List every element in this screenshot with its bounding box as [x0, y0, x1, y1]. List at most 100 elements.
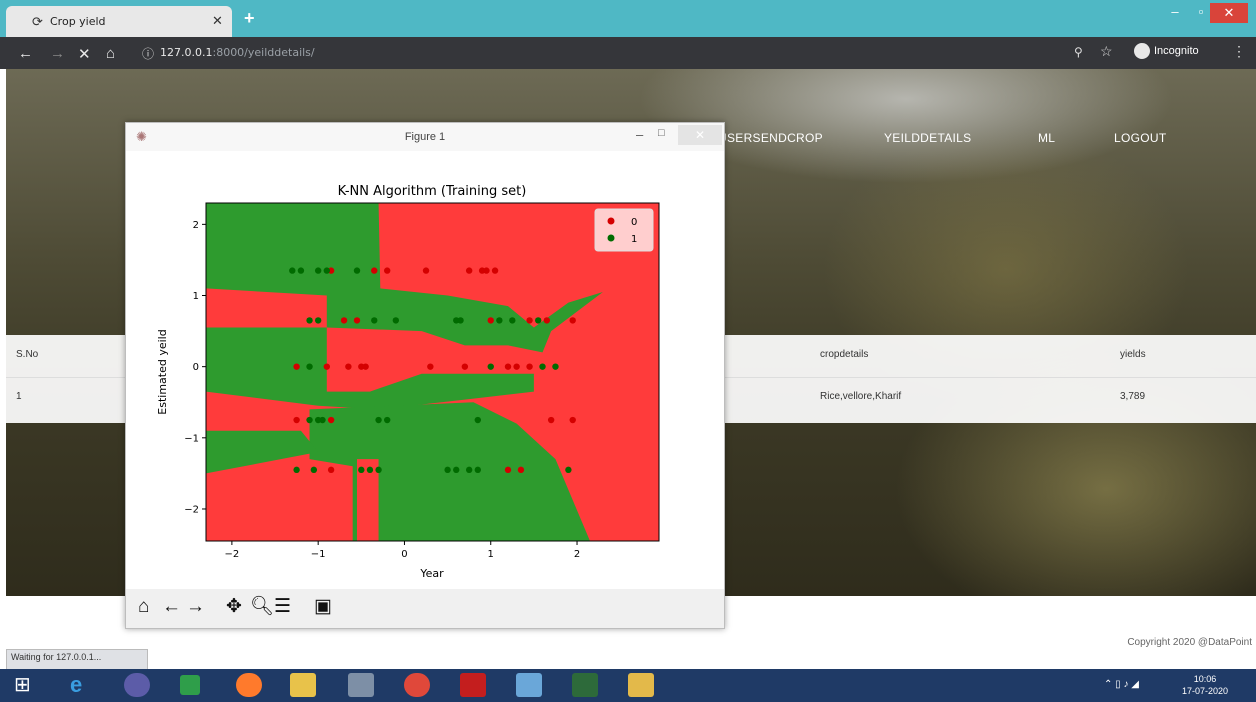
tray-icons[interactable]: ⌃ ▯ ♪ ◢	[1104, 679, 1139, 690]
data-point-class-1	[453, 466, 460, 474]
data-point-class-1	[306, 317, 313, 324]
acrobat-icon[interactable]	[460, 673, 486, 697]
header-sno: S.No	[16, 349, 39, 360]
data-point-class-0	[384, 267, 391, 274]
store-icon[interactable]	[180, 675, 200, 695]
y-tick-label: −2	[184, 504, 199, 515]
home-button[interactable]: ⌂	[106, 45, 115, 62]
address-bar[interactable]: ⓘ 127.0.0.1:8000/yeilddetails/	[136, 42, 1076, 64]
figure-minimize-button[interactable]: –	[636, 127, 643, 142]
info-icon[interactable]: ⓘ	[142, 45, 154, 62]
browser-tab[interactable]: ⟳ Crop yield ✕	[6, 6, 232, 37]
data-point-class-0	[517, 466, 525, 474]
y-tick-label: 0	[193, 362, 199, 373]
bookmark-star-icon[interactable]: ☆	[1100, 43, 1113, 60]
figure-window: ✺ Figure 1 – □ ✕ −2 −1 0 1 2 −2 −1 0 1 2 K-NN Alg…	[125, 122, 725, 629]
url-host: 127.0.0.1	[160, 46, 213, 59]
legend: 01	[594, 208, 654, 252]
y-tick-label: −1	[184, 433, 199, 444]
browser-tabstrip: ⟳ Crop yield ✕ + – ▫ ✕	[0, 0, 1256, 37]
chrome-icon[interactable]	[404, 673, 430, 697]
clock-date: 17-07-2020	[1182, 686, 1229, 696]
data-point-class-0	[293, 416, 300, 424]
close-window-button[interactable]: ✕	[1210, 3, 1248, 23]
data-point-class-0	[504, 363, 512, 370]
figure-title: Figure 1	[404, 131, 446, 143]
tab-title: Crop yield	[50, 15, 106, 28]
figure-maximize-button[interactable]: □	[658, 127, 665, 139]
browser-menu-icon[interactable]: ⋮	[1232, 43, 1246, 60]
app-icon[interactable]	[124, 673, 150, 697]
url-path: :8000/yeilddetails/	[212, 46, 315, 59]
nav-yeild-details[interactable]: YEILDDETAILS	[884, 131, 971, 145]
data-point-class-1	[565, 466, 572, 474]
zoom-icon[interactable]: ⚲	[1074, 45, 1083, 59]
app-icon-2[interactable]	[516, 673, 542, 697]
data-point-class-1	[314, 317, 322, 324]
back-button[interactable]: ←	[18, 45, 33, 62]
x-axis-label: Year	[419, 567, 444, 580]
windows-start-icon[interactable]: ⊞	[14, 673, 40, 697]
data-point-class-1	[384, 416, 391, 424]
ie-icon[interactable]: e	[70, 673, 96, 697]
x-tick-label: 1	[488, 549, 494, 560]
home-icon[interactable]: ⌂	[138, 597, 149, 617]
data-point-class-0	[371, 267, 378, 274]
legend-label: 1	[631, 234, 637, 245]
cell-sno: 1	[16, 391, 22, 402]
data-point-class-1	[487, 363, 494, 370]
database-icon[interactable]	[348, 673, 374, 697]
data-point-class-1	[444, 466, 451, 474]
forward-button[interactable]: →	[50, 45, 65, 62]
firefox-icon[interactable]	[236, 673, 262, 697]
data-point-class-1	[314, 267, 322, 274]
data-point-class-0	[422, 267, 430, 274]
stop-button[interactable]: ✕	[78, 45, 91, 63]
figure-toolbar: ⌂ ← → ✥ 🔍︎ ☰ ▣	[126, 589, 724, 627]
data-point-class-1	[306, 416, 313, 424]
data-point-class-0	[543, 317, 551, 324]
python-figure-icon[interactable]	[628, 673, 654, 697]
data-point-class-1	[465, 466, 473, 474]
data-point-class-1	[371, 317, 378, 324]
configure-icon[interactable]: ☰	[274, 597, 291, 617]
data-point-class-0	[526, 363, 533, 370]
plot-area: −2 −1 0 1 2 −2 −1 0 1 2 K-NN Algorithm (Training …	[126, 151, 724, 591]
nav-logout[interactable]: LOGOUT	[1114, 131, 1166, 145]
data-point-class-0	[526, 317, 533, 324]
save-icon[interactable]: ▣	[314, 597, 332, 617]
cell-yields: 3,789	[1120, 391, 1146, 402]
data-point-class-0	[362, 363, 369, 370]
file-explorer-icon[interactable]	[290, 673, 316, 697]
image-viewer-icon[interactable]	[572, 673, 598, 697]
data-point-class-0	[461, 363, 469, 370]
data-point-class-1	[353, 267, 361, 274]
incognito-icon	[1134, 43, 1150, 59]
forward-icon[interactable]: →	[186, 597, 205, 617]
data-point-class-0	[340, 317, 348, 324]
data-point-class-0	[483, 267, 490, 274]
chart-title: K-NN Algorithm (Training set)	[338, 184, 527, 199]
data-point-class-1	[358, 466, 365, 474]
back-icon[interactable]: ←	[162, 597, 181, 617]
data-point-class-1	[375, 416, 382, 424]
data-point-class-1	[496, 317, 503, 324]
data-point-class-1	[392, 317, 400, 324]
loading-icon: ⟳	[32, 14, 43, 29]
y-axis-label: Estimated yeild	[156, 329, 169, 414]
nav-ml[interactable]: ML	[1038, 131, 1055, 145]
incognito-badge[interactable]: Incognito	[1134, 43, 1222, 63]
tab-close-icon[interactable]: ✕	[212, 13, 223, 29]
pan-icon[interactable]: ✥	[226, 597, 242, 617]
data-point-class-1	[552, 363, 559, 370]
figure-close-button[interactable]: ✕	[678, 125, 722, 145]
data-point-class-0	[345, 363, 352, 370]
nav-user-send-crop[interactable]: USERSENDCROP	[718, 131, 823, 145]
data-point-class-0	[327, 466, 335, 474]
legend-label: 0	[631, 217, 637, 228]
new-tab-button[interactable]: +	[244, 8, 255, 29]
zoom-icon[interactable]: 🔍︎	[250, 597, 274, 617]
data-point-class-1	[289, 267, 296, 274]
figure-titlebar[interactable]: ✺ Figure 1 – □ ✕	[126, 123, 724, 151]
taskbar-clock[interactable]: 10:06 17-07-2020	[1182, 673, 1228, 697]
